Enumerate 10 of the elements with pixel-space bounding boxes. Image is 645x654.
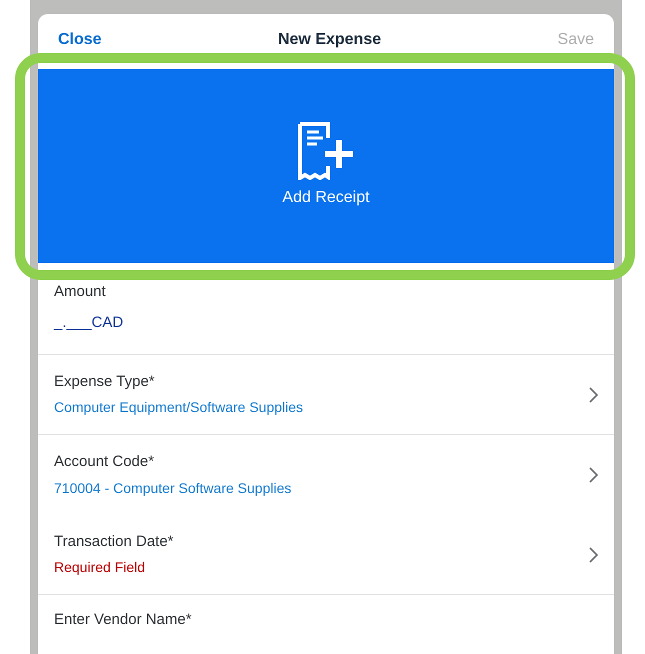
field-label: Amount	[54, 282, 107, 302]
add-receipt-button[interactable]: Add Receipt	[38, 69, 614, 263]
chevron-right-icon	[588, 546, 598, 562]
vendor-name-field[interactable]: Enter Vendor Name*	[54, 608, 192, 632]
screen-title: New Expense	[278, 30, 382, 50]
chevron-right-icon	[588, 386, 598, 402]
close-button[interactable]: Close	[58, 28, 102, 52]
receipt-add-icon	[297, 122, 355, 180]
amount-field[interactable]: _.___CAD	[54, 312, 124, 334]
chevron-right-icon	[588, 467, 598, 483]
